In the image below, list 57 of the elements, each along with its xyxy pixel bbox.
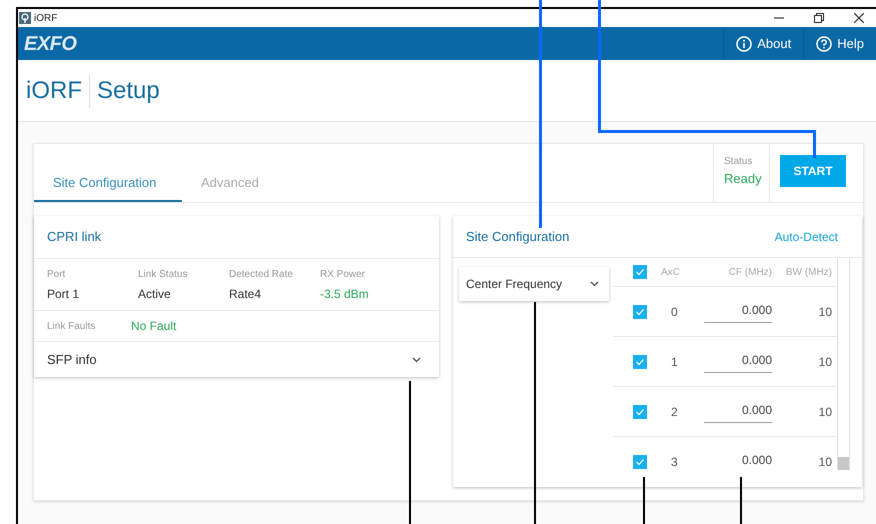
help-icon [816,36,832,52]
page-title: Setup [97,76,160,106]
chevron-icon [590,281,599,287]
card-title: Site Configuration [466,228,570,246]
field-value: Port 1 [47,286,80,302]
check-icon [635,457,645,467]
checkbox[interactable] [633,354,647,368]
table-cell-text: 0 [670,304,679,320]
field-label: Detected Rate [229,268,294,282]
table-cell-text: 10 [818,304,832,320]
tab[interactable]: Site Configuration [34,165,182,202]
info-icon [736,36,752,52]
window-title: iORF [34,12,58,26]
checkbox[interactable] [633,304,647,318]
app-name: iORF [26,76,82,106]
checkbox[interactable] [633,404,647,418]
table-cell-text: 10 [818,454,832,471]
close-icon[interactable] [854,13,864,23]
status-value: Ready [724,170,763,188]
help-button[interactable]: Help [803,27,876,60]
about-button[interactable]: About [723,27,804,60]
table-cell-text: 1 [670,354,679,370]
table-cell-text: 10 [818,404,832,420]
checkbox[interactable] [633,455,647,469]
column-header: CF (MHz) [728,266,772,280]
checkbox[interactable] [633,265,647,279]
leader-line [740,477,742,524]
field-value: -3.5 dBm [320,286,370,302]
leader-line [643,477,645,524]
field-label: Link Faults [47,320,96,334]
field-label: RX Power [320,268,366,282]
status-label: Status [724,154,754,169]
table-cell-text: 10 [818,354,832,370]
logo: EXFO [24,32,76,56]
field-label: Link Status [138,268,188,282]
card-title: CPRI link [47,228,102,246]
input-field[interactable]: 0.000 [704,400,772,422]
field-label: Port [47,268,66,282]
table-cell-text: 2 [670,404,679,420]
table-cell-text: 3 [670,454,679,471]
table-cell-text: 0.000 [740,452,772,469]
chevron-icon [412,356,421,362]
input-field[interactable]: 0.000 [704,300,772,322]
check-icon [635,356,645,366]
column-header: AxC [660,266,681,280]
sfp-info-row[interactable]: SFP info [34,342,439,377]
field-value: Rate4 [229,286,262,302]
check-icon [635,306,645,316]
field-value: Active [138,286,172,302]
input-field[interactable]: 0.000 [704,350,772,372]
check-icon [635,267,645,277]
mode-dropdown[interactable]: Center Frequency [459,267,609,301]
scrollbar[interactable] [837,258,850,470]
restore-icon[interactable] [814,13,824,23]
check-icon [635,406,645,416]
field-value: No Fault [131,318,176,335]
column-header: BW (MHz) [784,266,832,280]
